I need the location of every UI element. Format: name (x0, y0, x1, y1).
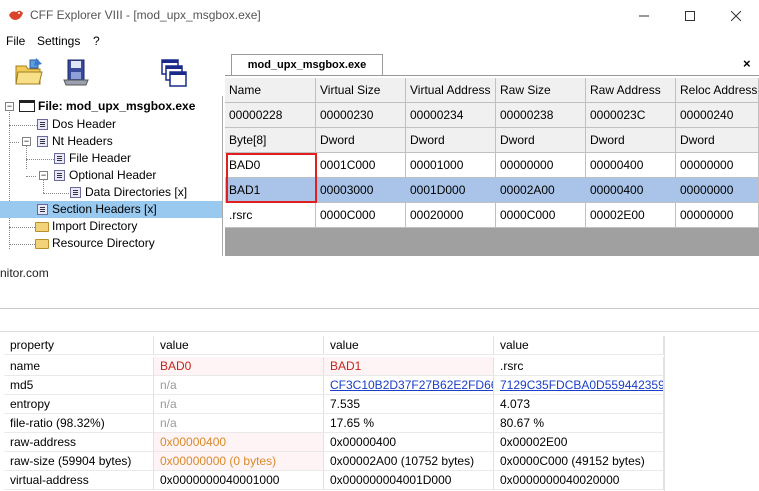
grid-cell[interactable]: 00000400 (586, 178, 676, 203)
grid-cell-section-name[interactable]: .rsrc (225, 203, 316, 228)
maximize-button[interactable] (667, 0, 713, 31)
menu-settings[interactable]: Settings (37, 34, 80, 48)
prop-header[interactable]: property (4, 336, 154, 355)
close-button[interactable] (713, 0, 759, 31)
grid-type-cell: Dword (586, 128, 676, 153)
tab-divider (225, 75, 759, 76)
grid-offset-cell: 00000238 (496, 103, 586, 128)
prop-value: 80.67 % (494, 414, 664, 433)
prop-value: 0x00002E00 (494, 433, 664, 452)
prop-header[interactable]: value (324, 336, 494, 355)
grid-cell-section-name[interactable]: BAD1 (225, 178, 316, 203)
prop-value: 4.073 (494, 395, 664, 414)
save-disk-icon[interactable] (62, 58, 90, 86)
prop-value: .rsrc (494, 357, 664, 376)
section-headers-grid: Name Virtual Size Virtual Address Raw Si… (225, 78, 759, 256)
prop-label: md5 (4, 376, 154, 395)
grid-header-raw-size[interactable]: Raw Size (496, 78, 586, 103)
tab-mod-upx-msgbox[interactable]: mod_upx_msgbox.exe (231, 54, 383, 76)
grid-offset-cell: 00000240 (676, 103, 759, 128)
grid-header-name[interactable]: Name (225, 78, 316, 103)
panel-gap (0, 256, 759, 259)
grid-cell[interactable]: 0000C000 (316, 203, 406, 228)
url-fragment: nitor.com (0, 266, 49, 280)
menu-help[interactable]: ? (93, 34, 100, 48)
grid-cell[interactable]: 0000C000 (496, 203, 586, 228)
maximize-icon (685, 10, 695, 21)
prop-value: 0x0000000040001000 (154, 471, 324, 490)
prop-value-na: n/a (154, 414, 324, 433)
grid-offset-cell: 00000228 (225, 103, 316, 128)
grid-type-cell: Dword (316, 128, 406, 153)
grid-cell[interactable]: 00003000 (316, 178, 406, 203)
grid-offset-cell: 00000230 (316, 103, 406, 128)
tab-close-icon[interactable]: × (743, 56, 751, 71)
grid-cell[interactable]: 00020000 (406, 203, 496, 228)
tab-strip: mod_upx_msgbox.exe × (225, 52, 759, 76)
grid-type-cell: Dword (496, 128, 586, 153)
md5-link[interactable]: CF3C10B2D37F27B62E2FD66... (324, 376, 494, 395)
prop-value-flagged: BAD1 (324, 357, 494, 376)
separator (0, 331, 759, 332)
grid-header-virtual-address[interactable]: Virtual Address (406, 78, 496, 103)
prop-label: virtual-address (4, 471, 154, 490)
prop-value: 0x00002A00 (10752 bytes) (324, 452, 494, 471)
grid-cell[interactable]: 00000000 (676, 203, 759, 228)
minimize-icon (639, 15, 649, 16)
prop-value: 0x0000000040020000 (494, 471, 664, 490)
prop-label: file-ratio (98.32%) (4, 414, 154, 433)
md5-link[interactable]: 7129C35FDCBA0D559442359... (494, 376, 664, 395)
prop-label: entropy (4, 395, 154, 414)
grid-type-cell: Dword (676, 128, 759, 153)
windows-icon[interactable] (160, 58, 188, 88)
prop-value: 0x0000C000 (49152 bytes) (494, 452, 664, 471)
md5-link-text[interactable]: CF3C10B2D37F27B62E2FD66... (330, 378, 493, 392)
prop-label: name (4, 357, 154, 376)
tree-border (0, 96, 223, 256)
grid-offset-cell: 00000234 (406, 103, 496, 128)
grid-cell[interactable]: 0001C000 (316, 153, 406, 178)
grid-cell[interactable]: 00000400 (586, 153, 676, 178)
prop-value-flagged: BAD0 (154, 357, 324, 376)
prop-value-warning: 0x00000000 (0 bytes) (154, 452, 324, 471)
prop-label: raw-size (59904 bytes) (4, 452, 154, 471)
close-icon (731, 10, 741, 21)
grid-header-raw-address[interactable]: Raw Address (586, 78, 676, 103)
prop-value: 7.535 (324, 395, 494, 414)
menu-file[interactable]: File (6, 34, 25, 48)
title-bar: CFF Explorer VIII - [mod_upx_msgbox.exe] (0, 0, 759, 31)
prop-value: 0x00000400 (324, 433, 494, 452)
minimize-button[interactable] (621, 0, 667, 31)
prop-value-na: n/a (154, 376, 324, 395)
prop-value: 17.65 % (324, 414, 494, 433)
grid-cell-section-name[interactable]: BAD0 (225, 153, 316, 178)
grid-header-reloc-address[interactable]: Reloc Address (676, 78, 759, 103)
grid-cell[interactable]: 00000000 (676, 178, 759, 203)
table-edge (664, 336, 665, 491)
window-title: CFF Explorer VIII - [mod_upx_msgbox.exe] (30, 8, 261, 22)
md5-link-text[interactable]: 7129C35FDCBA0D559442359... (500, 378, 663, 392)
prop-value: 0x000000004001D000 (324, 471, 494, 490)
grid-cell[interactable]: 00000000 (496, 153, 586, 178)
grid-type-cell: Dword (406, 128, 496, 153)
grid-cell[interactable]: 00000000 (676, 153, 759, 178)
separator (0, 308, 759, 309)
prop-label: raw-address (4, 433, 154, 452)
grid-cell[interactable]: 00001000 (406, 153, 496, 178)
prop-value-na: n/a (154, 395, 324, 414)
menu-bar: File Settings ? (0, 31, 759, 51)
prop-header[interactable]: value (154, 336, 324, 355)
grid-offset-cell: 0000023C (586, 103, 676, 128)
grid-cell[interactable]: 00002A00 (496, 178, 586, 203)
open-file-icon[interactable] (14, 58, 44, 86)
grid-cell[interactable]: 00002E00 (586, 203, 676, 228)
grid-cell[interactable]: 0001D000 (406, 178, 496, 203)
grid-type-cell: Byte[8] (225, 128, 316, 153)
prop-header[interactable]: value (494, 336, 664, 355)
grid-header-virtual-size[interactable]: Virtual Size (316, 78, 406, 103)
app-logo-icon (9, 10, 23, 20)
prop-value-warning: 0x00000400 (154, 433, 324, 452)
